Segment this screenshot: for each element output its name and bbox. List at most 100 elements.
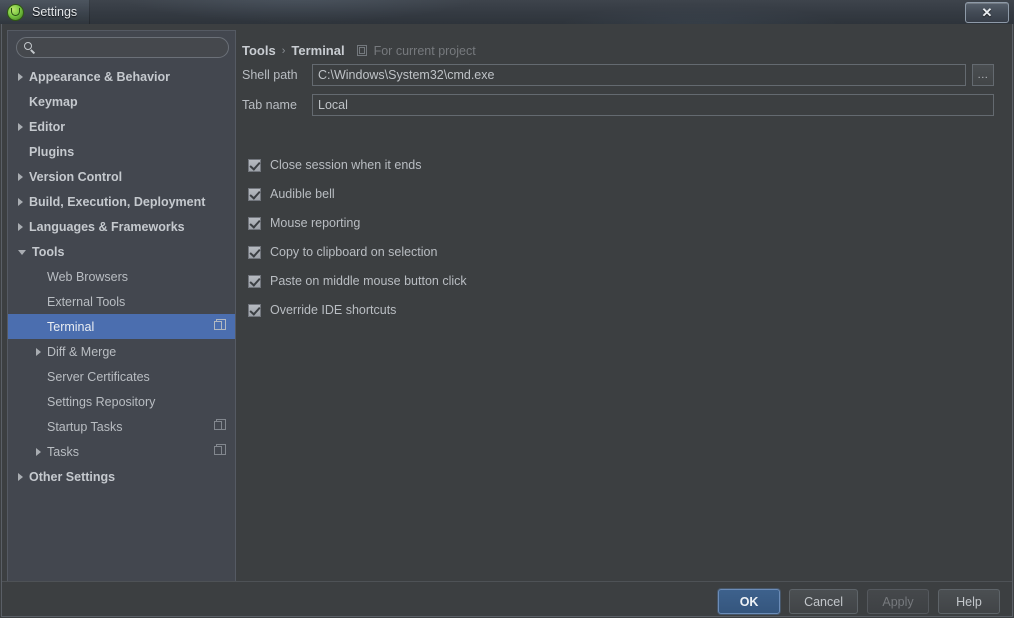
checkbox-checked-icon[interactable] (248, 245, 261, 259)
button-label: Help (956, 594, 982, 609)
checkbox-close-session-when-it-ends[interactable]: Close session when it ends (248, 158, 421, 172)
tab-name-input[interactable] (312, 94, 994, 116)
chevron-right-icon[interactable] (18, 197, 23, 206)
sidebar-item-appearance-behavior[interactable]: Appearance & Behavior (8, 64, 235, 89)
tab-name-label: Tab name (242, 98, 297, 112)
sidebar-item-tools[interactable]: Tools (8, 239, 235, 264)
sidebar-item-label: Appearance & Behavior (29, 69, 171, 84)
sidebar-item-languages-frameworks[interactable]: Languages & Frameworks (8, 214, 235, 239)
chevron-right-icon[interactable] (18, 122, 23, 131)
sidebar-item-label: Terminal (47, 319, 95, 334)
sidebar-item-label: Diff & Merge (47, 344, 117, 359)
sidebar-item-label: Other Settings (29, 469, 116, 484)
checkbox-copy-to-clipboard-on-selection[interactable]: Copy to clipboard on selection (248, 245, 437, 259)
checkbox-audible-bell[interactable]: Audible bell (248, 187, 335, 201)
sidebar-item-external-tools[interactable]: External Tools (8, 289, 235, 314)
chevron-right-icon[interactable] (36, 447, 41, 456)
title-bar: Settings ✕ (0, 0, 1014, 24)
chevron-down-icon[interactable] (18, 250, 26, 255)
checkbox-checked-icon[interactable] (248, 274, 261, 288)
dialog-button-bar: OK Cancel Apply Help (718, 589, 1000, 614)
breadcrumb-current: Terminal (291, 43, 345, 58)
sidebar-item-label: Settings Repository (47, 394, 156, 409)
dialog-content: Appearance & Behavior Keymap Editor Plugins… (1, 24, 1013, 617)
shell-path-row: Shell path ... (242, 64, 998, 86)
sidebar-item-terminal[interactable]: Terminal (8, 314, 235, 339)
copy-icon (214, 444, 227, 457)
sidebar-item-label: Editor (29, 119, 66, 134)
checkbox-checked-icon[interactable] (248, 187, 261, 201)
checkbox-label: Close session when it ends (270, 158, 422, 172)
sidebar-item-label: Tasks (47, 444, 79, 459)
breadcrumb: Tools › Terminal For current project (242, 43, 476, 58)
sidebar-item-plugins[interactable]: Plugins (8, 139, 235, 164)
chevron-right-icon[interactable] (18, 472, 23, 481)
button-label: OK (739, 594, 759, 609)
copy-icon (214, 319, 227, 332)
checkbox-label: Paste on middle mouse button click (270, 274, 467, 288)
breadcrumb-parent[interactable]: Tools (242, 43, 276, 58)
title-bar-caption: Settings (0, 0, 91, 24)
sidebar-item-label: Keymap (29, 94, 78, 109)
ellipsis-icon: ... (977, 69, 989, 81)
checkbox-paste-on-middle-mouse-button-click[interactable]: Paste on middle mouse button click (248, 274, 467, 288)
search-icon (24, 41, 36, 54)
settings-dialog-window: Settings ✕ Appearance & Behavior Keymap Ed… (0, 0, 1014, 618)
cancel-button[interactable]: Cancel (789, 589, 858, 614)
checkbox-label: Copy to clipboard on selection (270, 245, 438, 259)
sidebar-item-startup-tasks[interactable]: Startup Tasks (8, 414, 235, 439)
sidebar-item-label: Build, Execution, Deployment (29, 194, 206, 209)
chevron-right-icon[interactable] (36, 347, 41, 356)
sidebar-item-label: Tools (32, 244, 65, 259)
help-button[interactable]: Help (938, 589, 1000, 614)
checkbox-checked-icon[interactable] (248, 303, 261, 317)
sidebar-item-settings-repository[interactable]: Settings Repository (8, 389, 235, 414)
sidebar-item-editor[interactable]: Editor (8, 114, 235, 139)
sidebar-item-version-control[interactable]: Version Control (8, 164, 235, 189)
chevron-right-icon[interactable] (18, 172, 23, 181)
intellij-idea-icon (7, 3, 24, 21)
shell-path-input[interactable] (312, 64, 966, 86)
search-input[interactable] (41, 40, 228, 55)
sidebar-item-label: Startup Tasks (47, 419, 123, 434)
button-label: Cancel (804, 594, 843, 609)
chevron-right-icon[interactable] (18, 72, 23, 81)
chevron-right-icon[interactable] (18, 222, 23, 231)
ok-button[interactable]: OK (718, 589, 781, 614)
checkbox-override-ide-shortcuts[interactable]: Override IDE shortcuts (248, 303, 396, 317)
checkbox-label: Audible bell (270, 187, 335, 201)
sidebar-item-other-settings[interactable]: Other Settings (8, 464, 235, 489)
terminal-settings-panel: Tools › Terminal For current project She… (238, 30, 1008, 582)
sidebar-item-label: Plugins (29, 144, 75, 159)
sidebar-item-server-certificates[interactable]: Server Certificates (8, 364, 235, 389)
shell-path-browse-button[interactable]: ... (972, 64, 994, 86)
shell-path-label: Shell path (242, 68, 298, 82)
scope-note: For current project (373, 43, 476, 58)
copy-icon (214, 419, 227, 432)
settings-tree[interactable]: Appearance & Behavior Keymap Editor Plugins… (8, 64, 235, 581)
apply-button: Apply (867, 589, 929, 614)
search-field[interactable] (16, 37, 229, 58)
dialog-footer: OK Cancel Apply Help (2, 581, 1012, 616)
checkbox-checked-icon[interactable] (248, 158, 261, 172)
close-icon: ✕ (981, 5, 993, 20)
sidebar-item-keymap[interactable]: Keymap (8, 89, 235, 114)
window-title: Settings (32, 5, 78, 19)
sidebar-item-web-browsers[interactable]: Web Browsers (8, 264, 235, 289)
sidebar-item-label: Web Browsers (47, 269, 129, 284)
button-label: Apply (882, 594, 914, 609)
close-button[interactable]: ✕ (965, 2, 1009, 23)
sidebar-item-label: Languages & Frameworks (29, 219, 185, 234)
project-scope-icon (356, 44, 368, 57)
checkbox-checked-icon[interactable] (248, 216, 261, 230)
sidebar-item-diff-merge[interactable]: Diff & Merge (8, 339, 235, 364)
sidebar-item-label: Version Control (29, 169, 123, 184)
sidebar-item-tasks[interactable]: Tasks (8, 439, 235, 464)
sidebar-item-label: Server Certificates (47, 369, 150, 384)
tab-name-row: Tab name (242, 94, 998, 116)
checkbox-mouse-reporting[interactable]: Mouse reporting (248, 216, 360, 230)
checkbox-label: Override IDE shortcuts (270, 303, 397, 317)
sidebar-item-build-execution-deployment[interactable]: Build, Execution, Deployment (8, 189, 235, 214)
checkbox-label: Mouse reporting (270, 216, 361, 230)
title-bar-glow (0, 0, 1014, 24)
